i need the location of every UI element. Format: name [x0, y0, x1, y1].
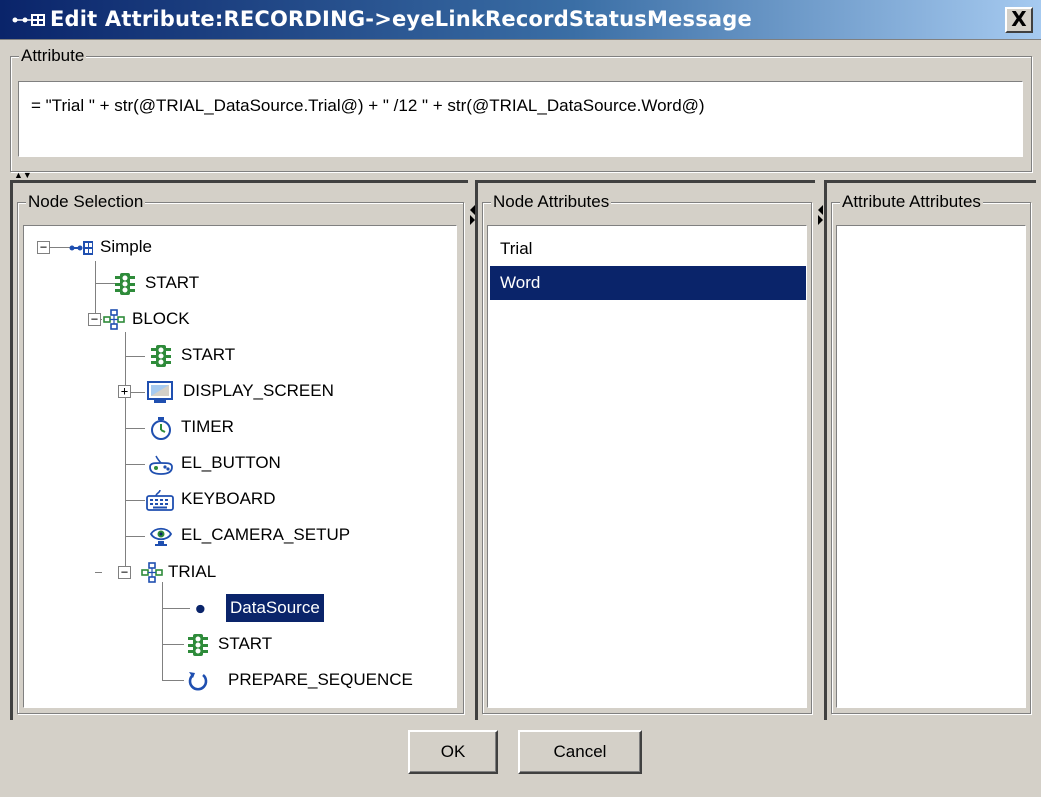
- tree-node-label: BLOCK: [132, 309, 190, 328]
- collapse-block-toggle[interactable]: −: [88, 313, 101, 326]
- tree-node-label: EL_BUTTON: [181, 453, 281, 472]
- start-traffic-light-icon: [115, 273, 135, 295]
- ok-button[interactable]: OK: [408, 730, 498, 774]
- sequence-block-icon: [103, 309, 125, 330]
- attribute-attributes-legend: Attribute Attributes: [840, 192, 983, 212]
- tree-node-label: Simple: [100, 237, 152, 256]
- tree-node-label-selected: DataSource: [226, 594, 324, 622]
- tree-node-label: KEYBOARD: [181, 489, 276, 508]
- attribute-legend: Attribute: [19, 46, 87, 66]
- tree-node-label: START: [145, 273, 200, 292]
- title-bar: Edit Attribute:RECORDING->eyeLinkRecordS…: [0, 0, 1041, 40]
- tree-node-label: EL_CAMERA_SETUP: [181, 525, 351, 544]
- start-traffic-light-icon: [151, 345, 171, 367]
- splitter-right-arrow-icon[interactable]: [818, 215, 823, 225]
- display-screen-icon: [147, 381, 173, 403]
- node-attributes-legend: Node Attributes: [491, 192, 612, 212]
- close-button[interactable]: X: [1005, 7, 1033, 33]
- node-attributes-list[interactable]: Trial Word: [487, 225, 807, 708]
- expand-display-screen-toggle[interactable]: +: [118, 385, 131, 398]
- cancel-button[interactable]: Cancel: [518, 730, 642, 774]
- gamepad-icon: [149, 455, 173, 475]
- tree-node-label: TRIAL: [168, 562, 217, 581]
- collapse-simple-toggle[interactable]: −: [37, 241, 50, 254]
- tree-node-label: TIMER: [181, 417, 234, 436]
- tree-node-label: START: [181, 345, 236, 364]
- collapse-trial-toggle[interactable]: −: [118, 566, 131, 579]
- node-attributes-group: Node Attributes Trial Word: [482, 192, 812, 714]
- window-title: Edit Attribute:RECORDING->eyeLinkRecordS…: [50, 7, 752, 31]
- datasource-dot-icon: [196, 604, 205, 614]
- sequence-icon: [69, 241, 93, 255]
- node-selection-legend: Node Selection: [26, 192, 146, 212]
- sequence-block-icon: [141, 562, 163, 583]
- attribute-group: Attribute = "Trial " + str(@TRIAL_DataSo…: [10, 46, 1032, 172]
- attribute-attributes-group: Attribute Attributes: [831, 192, 1031, 714]
- eye-camera-icon: [149, 527, 173, 546]
- splitter-arrows-icon[interactable]: ▲▼: [14, 170, 32, 180]
- node-attribute-item-trial[interactable]: Trial: [490, 232, 806, 266]
- attribute-attributes-list[interactable]: [836, 225, 1026, 708]
- tree-node-label: DISPLAY_SCREEN: [183, 381, 334, 400]
- splitter-left-arrow-icon[interactable]: [818, 205, 823, 215]
- sequence-icon: [12, 14, 45, 26]
- prepare-sequence-icon: [188, 672, 208, 691]
- start-traffic-light-icon: [188, 634, 208, 656]
- tree-node-label: START: [218, 634, 273, 653]
- timer-icon: [151, 417, 171, 440]
- keyboard-icon: [146, 489, 174, 511]
- attribute-expression-field[interactable]: = "Trial " + str(@TRIAL_DataSource.Trial…: [18, 81, 1023, 157]
- node-attribute-item-word-selected[interactable]: Word: [490, 266, 806, 300]
- tree-node-label: PREPARE_SEQUENCE: [228, 670, 413, 689]
